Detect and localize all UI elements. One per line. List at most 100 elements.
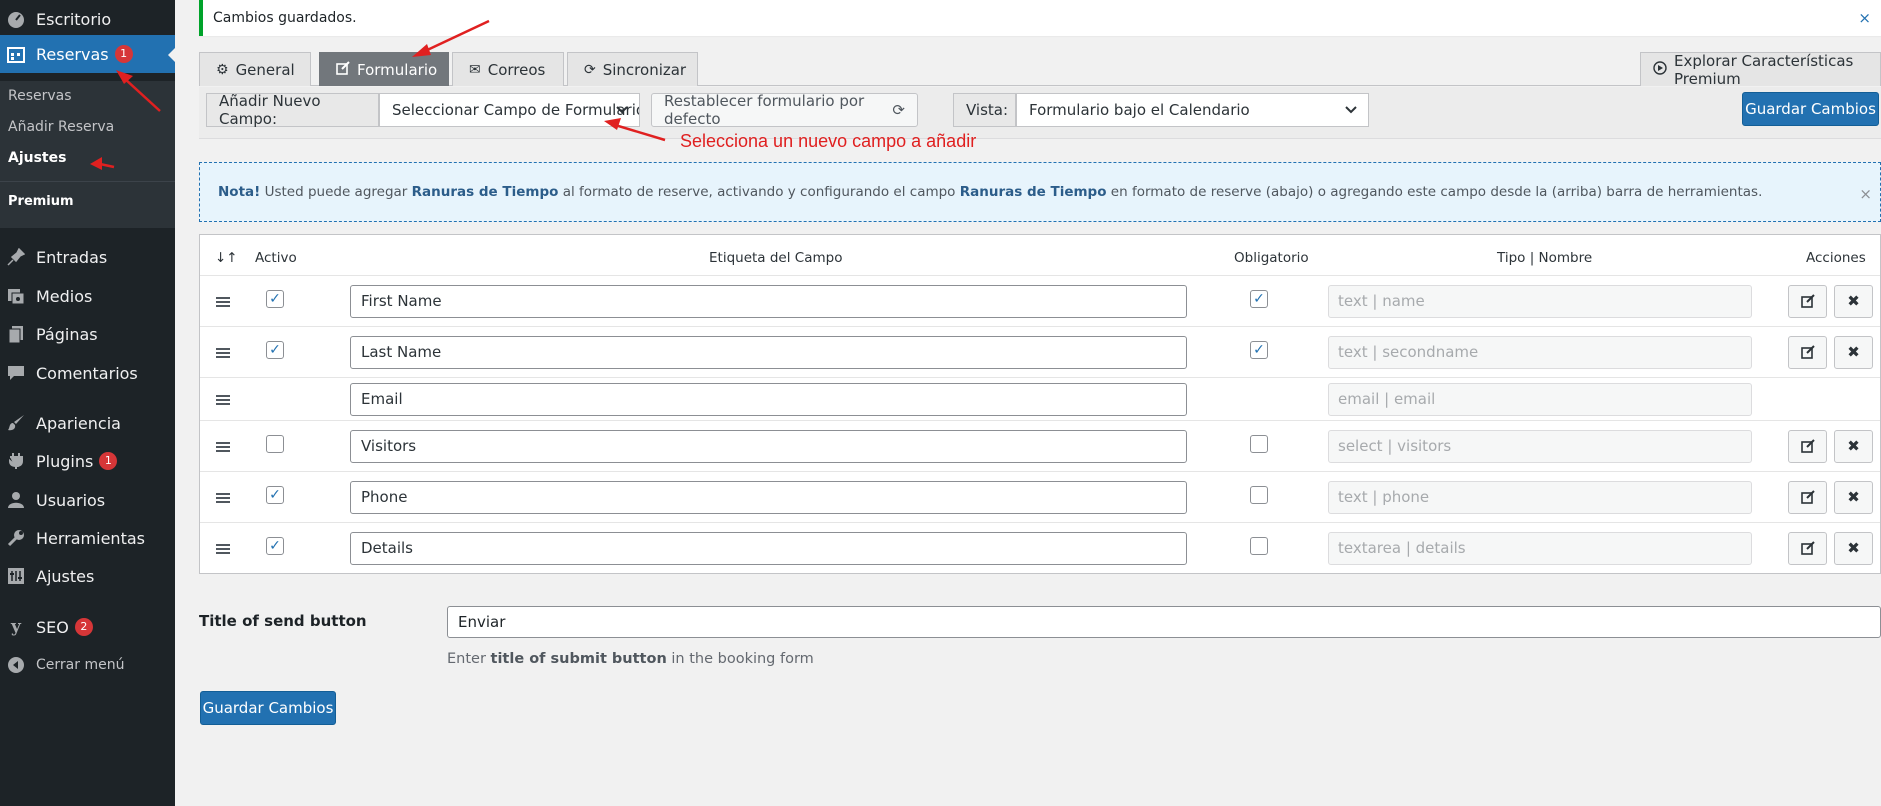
type-name-field: textarea | details: [1328, 531, 1752, 565]
tab-sincronizar[interactable]: ⟳ Sincronizar: [567, 52, 698, 86]
delete-field-button[interactable]: ✖: [1834, 429, 1873, 463]
edit-field-button[interactable]: [1788, 335, 1827, 369]
menu-item-ajustes[interactable]: Ajustes: [0, 557, 175, 595]
field-label-input[interactable]: First Name: [350, 284, 1187, 318]
submenu-anadir-reserva[interactable]: Añadir Reserva: [8, 119, 114, 135]
delete-field-button[interactable]: ✖: [1834, 480, 1873, 514]
calendar-icon: [4, 44, 28, 64]
chevron-down-icon: [615, 102, 629, 120]
tab-label: Explorar Características Premium: [1674, 51, 1854, 88]
submenu-reservas[interactable]: Reservas: [8, 88, 72, 104]
table-row: ✓ First Name ✓ text | name ✖: [200, 275, 1880, 326]
header-required: Obligatorio: [1234, 250, 1309, 266]
field-label-input[interactable]: Email: [350, 382, 1187, 416]
required-checkbox[interactable]: [1250, 434, 1268, 453]
required-checkbox[interactable]: [1250, 485, 1268, 504]
pages-icon: [4, 324, 28, 344]
required-checkbox[interactable]: [1250, 536, 1268, 555]
delete-field-button[interactable]: ✖: [1834, 531, 1873, 565]
send-button-title-input[interactable]: Enviar: [447, 606, 1881, 638]
add-field-select[interactable]: Seleccionar Campo de Formulario: [379, 93, 640, 127]
refresh-icon: ⟳: [892, 101, 905, 119]
notice-text: Cambios guardados.: [213, 10, 357, 26]
yoast-icon: y: [11, 617, 21, 637]
menu-collapse[interactable]: Cerrar menú: [0, 646, 175, 684]
field-label-input[interactable]: Details: [350, 531, 1187, 565]
gear-icon: ⚙: [216, 61, 229, 78]
pin-icon: [4, 247, 28, 267]
drag-handle-icon[interactable]: [216, 543, 230, 554]
menu-item-entradas[interactable]: Entradas: [0, 238, 175, 276]
active-checkbox[interactable]: ✓: [266, 536, 284, 555]
menu-item-medios[interactable]: Medios: [0, 277, 175, 315]
close-icon: ✖: [1847, 488, 1860, 506]
save-changes-button-bottom[interactable]: Guardar Cambios: [200, 691, 336, 725]
drag-handle-icon[interactable]: [216, 394, 230, 405]
info-part: Usted puede agregar: [260, 184, 412, 200]
menu-item-plugins[interactable]: Plugins 1: [0, 442, 175, 480]
field-label-input[interactable]: Phone: [350, 480, 1187, 514]
edit-icon: [336, 60, 350, 79]
tab-formulario[interactable]: Formulario: [319, 52, 449, 86]
menu-item-apariencia[interactable]: Apariencia: [0, 404, 175, 442]
edit-field-button[interactable]: [1788, 480, 1827, 514]
tab-general[interactable]: ⚙ General: [199, 52, 311, 86]
tab-premium[interactable]: Explorar Características Premium: [1640, 51, 1881, 88]
info-notice: Nota! Usted puede agregar Ranuras de Tie…: [199, 162, 1881, 222]
submenu-ajustes[interactable]: Ajustes: [8, 150, 66, 166]
comments-icon: [4, 363, 28, 383]
edit-field-button[interactable]: [1788, 531, 1827, 565]
menu-item-comentarios[interactable]: Comentarios: [0, 354, 175, 392]
required-checkbox[interactable]: ✓: [1250, 289, 1268, 308]
desc-part: in the booking form: [666, 651, 814, 667]
active-checkbox[interactable]: [266, 434, 284, 453]
media-icon: [4, 286, 28, 306]
sort-icon[interactable]: ↓↑: [215, 250, 238, 266]
menu-item-reservas[interactable]: Reservas 1: [0, 35, 176, 73]
active-checkbox[interactable]: ✓: [266, 289, 284, 308]
menu-item-escritorio[interactable]: Escritorio: [0, 0, 175, 38]
menu-label: Páginas: [36, 324, 98, 344]
edit-field-button[interactable]: [1788, 284, 1827, 318]
menu-item-herramientas[interactable]: Herramientas: [0, 519, 175, 557]
menu-item-usuarios[interactable]: Usuarios: [0, 481, 175, 519]
tab-label: Correos: [487, 60, 546, 79]
field-label-input[interactable]: Last Name: [350, 335, 1187, 369]
menu-label: Comentarios: [36, 363, 138, 383]
settings-icon: [4, 566, 28, 586]
tab-correos[interactable]: ✉ Correos: [452, 52, 564, 86]
save-changes-button[interactable]: Guardar Cambios: [1742, 92, 1879, 126]
active-checkbox[interactable]: ✓: [266, 485, 284, 504]
success-notice: Cambios guardados. ×: [199, 0, 1881, 36]
menu-item-seo[interactable]: y SEO 2: [0, 608, 175, 646]
drag-handle-icon[interactable]: [216, 347, 230, 358]
field-label-input[interactable]: Visitors: [350, 429, 1187, 463]
menu-label: SEO: [36, 617, 69, 637]
type-name-field: email | email: [1328, 382, 1752, 416]
drag-handle-icon[interactable]: [216, 296, 230, 307]
drag-handle-icon[interactable]: [216, 441, 230, 452]
menu-label: Usuarios: [36, 490, 106, 510]
view-select[interactable]: Formulario bajo el Calendario: [1016, 93, 1369, 127]
form-toolbar: Añadir Nuevo Campo: Seleccionar Campo de…: [199, 87, 1881, 139]
edit-field-button[interactable]: [1788, 429, 1827, 463]
type-name-field: text | secondname: [1328, 335, 1752, 369]
reset-form-button[interactable]: Restablecer formulario por defecto ⟳: [651, 92, 918, 128]
required-checkbox[interactable]: ✓: [1250, 340, 1268, 359]
submenu-premium[interactable]: Premium: [8, 194, 74, 209]
delete-field-button[interactable]: ✖: [1834, 335, 1873, 369]
active-checkbox[interactable]: ✓: [266, 340, 284, 359]
menu-item-paginas[interactable]: Páginas: [0, 315, 175, 353]
info-part: al formato de reserve, activando y confi…: [558, 184, 960, 200]
drag-handle-icon[interactable]: [216, 492, 230, 503]
tab-label: Formulario: [357, 60, 438, 79]
close-icon: ✖: [1847, 292, 1860, 310]
close-icon: ✖: [1847, 343, 1860, 361]
close-icon[interactable]: ×: [1858, 9, 1871, 27]
desc-part: Enter: [447, 651, 491, 667]
close-icon: ✖: [1847, 437, 1860, 455]
delete-field-button[interactable]: ✖: [1834, 284, 1873, 318]
menu-label: Cerrar menú: [36, 657, 125, 673]
menu-label: Entradas: [36, 247, 108, 267]
close-icon[interactable]: ×: [1859, 185, 1872, 203]
